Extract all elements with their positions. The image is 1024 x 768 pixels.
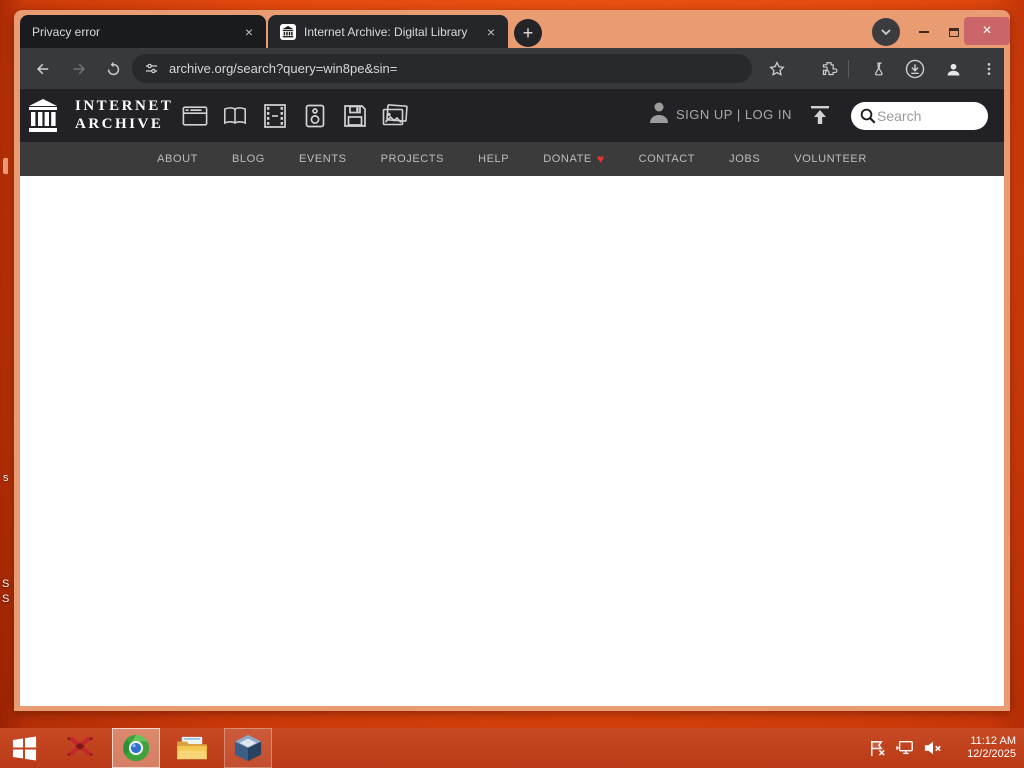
nav-events[interactable]: EVENTS <box>299 153 347 165</box>
forward-button[interactable] <box>66 56 92 82</box>
clock-date: 12/2/2025 <box>967 748 1016 760</box>
browser-toolbar: archive.org/search?query=win8pe&sin= <box>20 48 1004 89</box>
extensions-icon[interactable] <box>816 56 842 82</box>
nav-jobs[interactable]: JOBS <box>729 153 760 165</box>
user-person-icon[interactable] <box>648 100 670 129</box>
web-page: INTERNET ARCHIVE SIGN UP | LOG IN Search… <box>20 89 1004 706</box>
bookmark-star-icon[interactable] <box>764 56 790 82</box>
tab-privacy-error[interactable]: Privacy error × <box>20 15 266 48</box>
clock-time: 11:12 AM <box>970 735 1016 747</box>
internet-archive-logo[interactable] <box>27 98 59 134</box>
downloads-icon[interactable] <box>902 56 928 82</box>
toolbar-separator <box>848 60 849 78</box>
file-explorer-taskbar-icon[interactable] <box>168 728 216 768</box>
software-icon[interactable] <box>342 103 368 129</box>
desktop-icon-fragment[interactable] <box>3 158 8 174</box>
url-text: archive.org/search?query=win8pe&sin= <box>169 61 398 76</box>
internet-archive-favicon <box>280 23 296 40</box>
nav-contact[interactable]: CONTACT <box>639 153 696 165</box>
system-tray <box>866 728 944 768</box>
virtualbox-cube-icon <box>234 734 262 762</box>
back-button[interactable] <box>30 56 56 82</box>
folder-icon <box>177 736 207 760</box>
tab-close-icon[interactable]: × <box>482 23 500 41</box>
video-icon[interactable] <box>262 103 288 129</box>
site-settings-icon[interactable] <box>144 61 159 76</box>
ia-header: INTERNET ARCHIVE SIGN UP | LOG IN Search <box>20 89 1004 142</box>
menu-dots-icon[interactable] <box>976 56 1002 82</box>
tab-search-button[interactable] <box>872 18 900 46</box>
nav-about[interactable]: ABOUT <box>157 153 198 165</box>
heart-icon: ♥ <box>596 152 605 166</box>
nav-help[interactable]: HELP <box>478 153 509 165</box>
desktop-icon-label-fragment[interactable]: S <box>2 593 9 605</box>
taskbar-clock[interactable]: 11:12 AM 12/2/2025 <box>950 735 1016 761</box>
web-icon[interactable] <box>182 103 208 129</box>
profile-icon[interactable] <box>940 56 966 82</box>
upload-icon[interactable] <box>808 103 832 132</box>
address-bar[interactable]: archive.org/search?query=win8pe&sin= <box>132 54 752 83</box>
close-window-button[interactable]: × <box>964 17 1010 45</box>
nav-volunteer[interactable]: VOLUNTEER <box>794 153 867 165</box>
media-type-icons <box>182 89 408 142</box>
volume-muted-icon[interactable] <box>922 737 944 759</box>
desktop-icon-label-fragment[interactable]: S <box>2 578 9 590</box>
search-icon <box>860 108 876 124</box>
tab-close-icon[interactable]: × <box>240 23 258 41</box>
tab-strip: Privacy error × Internet Archive: Digita… <box>14 10 1010 48</box>
minimize-button[interactable] <box>912 20 936 44</box>
new-tab-button[interactable]: + <box>514 19 542 47</box>
nav-blog[interactable]: BLOG <box>232 153 265 165</box>
tab-internet-archive[interactable]: Internet Archive: Digital Library × <box>268 15 508 48</box>
desktop: s S S Privacy error × Internet Archive: … <box>0 0 1024 768</box>
red-app-taskbar-icon[interactable] <box>56 728 104 768</box>
nav-donate[interactable]: DONATE ♥ <box>543 153 604 165</box>
ia-wordmark[interactable]: INTERNET ARCHIVE <box>75 97 173 133</box>
desktop-icon-label-fragment[interactable]: s <box>3 472 9 484</box>
network-status-icon[interactable] <box>894 737 916 759</box>
browser-window: Privacy error × Internet Archive: Digita… <box>14 10 1010 711</box>
nav-projects[interactable]: PROJECTS <box>381 153 444 165</box>
start-button[interactable] <box>0 728 48 768</box>
ia-nav: ABOUT BLOG EVENTS PROJECTS HELP DONATE ♥ … <box>20 142 1004 176</box>
audio-icon[interactable] <box>302 103 328 129</box>
chevron-down-icon <box>881 29 891 36</box>
virtualbox-taskbar-icon[interactable] <box>224 728 272 768</box>
reload-button[interactable] <box>100 56 126 82</box>
texts-icon[interactable] <box>222 103 248 129</box>
browser-taskbar-button[interactable] <box>112 728 160 768</box>
ia-search-box[interactable] <box>851 102 988 130</box>
browser-icon <box>122 734 150 762</box>
labs-flask-icon[interactable] <box>866 56 892 82</box>
maximize-button[interactable] <box>942 20 966 44</box>
tab-title: Privacy error <box>32 24 101 39</box>
ia-search-input[interactable] <box>877 108 972 124</box>
page-content-blank <box>20 176 1004 706</box>
tab-title: Internet Archive: Digital Library <box>304 24 468 39</box>
taskbar: 11:12 AM 12/2/2025 <box>0 728 1024 768</box>
signup-login-links[interactable]: SIGN UP | LOG IN <box>676 107 792 122</box>
images-icon[interactable] <box>382 103 408 129</box>
action-center-flag-icon[interactable] <box>866 737 888 759</box>
